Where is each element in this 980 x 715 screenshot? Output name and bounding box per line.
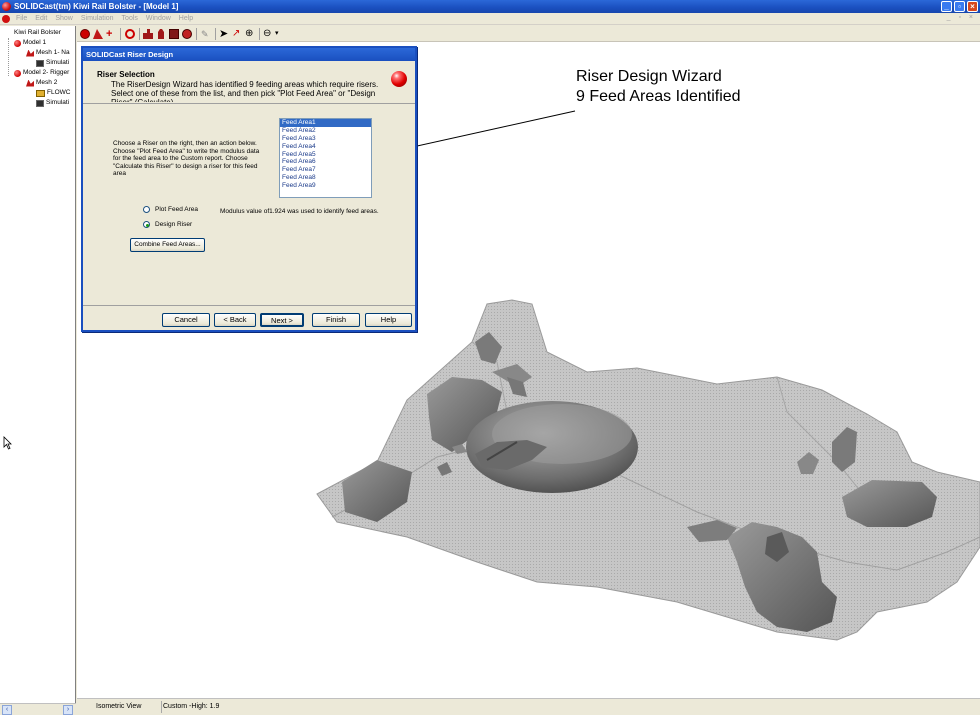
step-description: The RiserDesign Wizard has identified 9 … [111, 80, 379, 102]
step-heading: Riser Selection [97, 70, 155, 79]
simulate-tool-icon[interactable] [182, 29, 192, 39]
design-riser-radio[interactable]: Design Riser [143, 221, 192, 228]
cancel-button[interactable]: Cancel [162, 313, 210, 327]
annotation-callout: Riser Design Wizard 9 Feed Areas Identif… [576, 67, 741, 107]
tree-item-mesh1[interactable]: Mesh 1- Na [26, 48, 70, 58]
close-button[interactable]: × [967, 1, 978, 12]
list-item[interactable]: Feed Area3 [280, 135, 371, 143]
feeder-tool-icon[interactable] [158, 29, 164, 39]
list-item[interactable]: Feed Area8 [280, 174, 371, 182]
model-icon [14, 69, 21, 77]
scroll-right-icon[interactable]: › [63, 705, 73, 715]
menu-bar: File Edit Show Simulation Tools Window H… [0, 13, 980, 25]
tree-item-flowcast[interactable]: FLOWC [36, 88, 70, 98]
mdi-window-controls[interactable]: _ ▫ × [947, 14, 976, 21]
pointer-icon[interactable]: ➤ [219, 29, 229, 40]
radio-button[interactable] [143, 206, 150, 213]
tree-item-simulation1[interactable]: Simulati [36, 58, 69, 68]
mesh-tool-icon[interactable] [93, 29, 103, 39]
mesh-icon [26, 49, 34, 57]
model-tool-icon[interactable] [80, 29, 90, 39]
stop-icon[interactable] [125, 29, 135, 39]
finish-button[interactable]: Finish [312, 313, 360, 327]
menu-tools[interactable]: Tools [122, 14, 138, 24]
status-view: Isometric View [92, 701, 162, 713]
mesh-icon [26, 79, 34, 87]
list-item[interactable]: Feed Area4 [280, 143, 371, 151]
list-item[interactable]: Feed Area6 [280, 158, 371, 166]
back-button[interactable]: < Back [214, 313, 256, 327]
instructions-text: Choose a Riser on the right, then an act… [113, 140, 260, 177]
dialog-title-bar[interactable]: SOLIDCast Riser Design [83, 48, 415, 61]
menu-help[interactable]: Help [179, 14, 193, 24]
main-toolbar: + ✎ ➤ ↗ ⊕ ⊖ ▾ [77, 26, 980, 42]
tree-item-simulation2[interactable]: Simulati [36, 98, 69, 108]
model-icon [14, 39, 21, 47]
tree-item-mesh2[interactable]: Mesh 2 [26, 78, 57, 88]
menu-window[interactable]: Window [146, 14, 171, 24]
wizard-ball-icon [391, 71, 407, 87]
simulation-icon [36, 59, 44, 67]
folder-icon [36, 89, 45, 97]
radio-button[interactable] [143, 221, 150, 228]
wand-icon[interactable]: ✎ [201, 29, 211, 39]
model-tree-panel[interactable]: Kiwi Rail Bolster Model 1 Mesh 1- Na Sim… [0, 26, 76, 703]
status-quality: Custom -High: 1.9 [163, 703, 220, 710]
plot-feed-area-radio[interactable]: Plot Feed Area [143, 206, 198, 213]
modulus-text: Modulus value of1.924 was used to identi… [220, 208, 379, 215]
riser-design-dialog[interactable]: SOLIDCast Riser Design Riser Selection T… [81, 46, 417, 332]
tree-item-model1[interactable]: Model 1 [14, 38, 46, 48]
mouse-cursor-icon [3, 436, 12, 450]
tree-root[interactable]: Kiwi Rail Bolster [14, 28, 61, 38]
help-button[interactable]: Help [365, 313, 412, 327]
list-item[interactable]: Feed Area9 [280, 182, 371, 190]
status-bar: Isometric View Custom -High: 1.9 [77, 698, 980, 715]
zoom-icon[interactable]: ⊖ [263, 29, 273, 39]
menu-edit[interactable]: Edit [35, 14, 47, 24]
crosshair-icon[interactable]: + [106, 29, 116, 40]
annotation-line-2: 9 Feed Areas Identified [576, 88, 741, 105]
rotate-icon[interactable]: ↗ [232, 29, 242, 39]
annotation-line-1: Riser Design Wizard [576, 68, 722, 85]
minimize-button[interactable]: _ [941, 1, 952, 12]
chill-tool-icon[interactable] [169, 29, 179, 39]
dialog-title: SOLIDCast Riser Design [86, 50, 174, 59]
next-button[interactable]: Next > [260, 313, 304, 327]
list-item[interactable]: Feed Area1 [280, 119, 371, 127]
maximize-button[interactable]: ▫ [954, 1, 965, 12]
tree-horizontal-scrollbar[interactable]: ‹ › [0, 703, 76, 715]
zoom-in-icon[interactable]: ⊕ [245, 29, 255, 39]
menu-show[interactable]: Show [55, 14, 73, 24]
list-item[interactable]: Feed Area7 [280, 166, 371, 174]
menu-simulation[interactable]: Simulation [81, 14, 114, 24]
simulation-icon [36, 99, 44, 107]
riser-tool-icon[interactable] [143, 29, 153, 39]
feed-area-list[interactable]: Feed Area1 Feed Area2 Feed Area3 Feed Ar… [279, 118, 372, 198]
dialog-header: Riser Selection The RiserDesign Wizard h… [83, 61, 415, 104]
list-item[interactable]: Feed Area5 [280, 151, 371, 159]
list-item[interactable]: Feed Area2 [280, 127, 371, 135]
document-icon[interactable] [2, 15, 10, 23]
window-title-bar[interactable]: SOLIDCast(tm) Kiwi Rail Bolster - [Model… [0, 0, 980, 13]
menu-file[interactable]: File [16, 14, 27, 24]
combine-feed-areas-button[interactable]: Combine Feed Areas... [130, 238, 205, 252]
chevron-down-icon[interactable]: ▾ [275, 29, 285, 39]
tree-item-model2[interactable]: Model 2- Rigger [14, 68, 69, 78]
scroll-left-icon[interactable]: ‹ [2, 705, 12, 715]
window-title: SOLIDCast(tm) Kiwi Rail Bolster - [Model… [14, 2, 179, 11]
solidcast-app-icon [2, 2, 11, 11]
